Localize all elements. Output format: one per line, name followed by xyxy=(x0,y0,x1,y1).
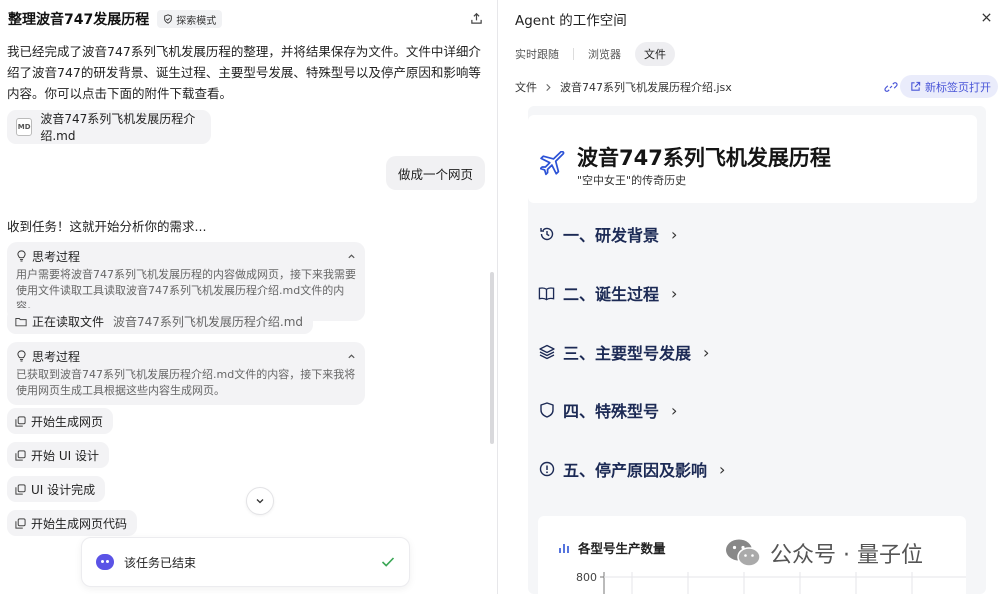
airplane-icon xyxy=(540,151,565,176)
chart-title: 各型号生产数量 xyxy=(558,538,666,557)
y-tick-label: 800 xyxy=(576,571,597,584)
copy-icon xyxy=(15,483,26,495)
chevron-right-icon: › xyxy=(671,283,678,303)
step-generate-page[interactable]: 开始生成网页 xyxy=(7,408,114,434)
tab-live-follow[interactable]: 实时跟随 xyxy=(515,42,559,66)
folder-icon xyxy=(15,317,27,326)
reading-file-step[interactable]: 正在读取文件 波音747系列飞机发展历程介绍.md xyxy=(7,308,314,334)
preview-title: 波音747系列飞机发展历程 xyxy=(577,146,831,170)
breadcrumb-file: 波音747系列飞机发展历程介绍.jsx xyxy=(560,81,732,94)
grid-lines xyxy=(604,572,966,594)
attachment-file[interactable]: MD 波音747系列飞机发展历程介绍.md xyxy=(7,110,211,144)
chevron-right-icon: › xyxy=(703,342,710,362)
step-label: UI 设计完成 xyxy=(31,482,96,497)
thinking-text: 已获取到波音747系列飞机发展历程介绍.md文件的内容，接下来我将使用网页生成工… xyxy=(16,368,356,397)
preview-hero: 波音747系列飞机发展历程 "空中女王"的传奇历史 xyxy=(528,115,977,203)
chevron-down-icon xyxy=(256,499,264,504)
section-rd-background[interactable]: 一、研发背景 › xyxy=(538,222,677,246)
task-start-text: 收到任务！这就开始分析你的需求... xyxy=(7,219,207,234)
chevron-right-icon: › xyxy=(671,224,678,244)
section-label: 五、停产原因及影响 xyxy=(563,461,708,480)
step-label: 开始生成网页 xyxy=(31,414,104,429)
watermark: 公众号 · 量子位 xyxy=(724,535,923,571)
chevron-up-icon[interactable] xyxy=(347,352,356,361)
reading-step-file: 波音747系列飞机发展历程介绍.md xyxy=(113,314,304,329)
chevron-right-icon: › xyxy=(719,459,726,479)
user-message: 做成一个网页 xyxy=(385,156,485,190)
preview-subtitle: "空中女王"的传奇历史 xyxy=(577,174,687,187)
markdown-file-icon: MD xyxy=(16,118,33,136)
chat-title: 整理波音747发展历程 xyxy=(8,12,150,28)
lightbulb-icon xyxy=(17,350,26,362)
shield-icon xyxy=(538,402,555,419)
open-new-tab-label: 新标签页打开 xyxy=(925,80,991,94)
tab-browser[interactable]: 浏览器 xyxy=(588,42,621,66)
bar-chart-icon xyxy=(559,543,569,553)
copy-icon xyxy=(15,517,26,529)
link-icon[interactable] xyxy=(884,80,898,94)
check-icon xyxy=(381,557,395,567)
breadcrumb-root[interactable]: 文件 xyxy=(515,79,537,95)
section-label: 二、诞生过程 xyxy=(563,285,660,304)
thinking-card-2[interactable]: 思考过程 已获取到波音747系列飞机发展历程介绍.md文件的内容，接下来我将使用… xyxy=(7,342,365,405)
step-generate-code[interactable]: 开始生成网页代码 xyxy=(7,510,138,536)
task-finished-toast: 该任务已结束 xyxy=(81,537,410,587)
section-label: 一、研发背景 xyxy=(563,226,660,245)
thinking-label: 思考过程 xyxy=(32,249,81,264)
close-button[interactable] xyxy=(978,9,994,25)
section-special-models[interactable]: 四、特殊型号 › xyxy=(538,398,677,422)
toast-text: 该任务已结束 xyxy=(124,555,197,570)
step-ui-design-done[interactable]: UI 设计完成 xyxy=(7,476,106,502)
bot-avatar-icon xyxy=(96,554,114,570)
chart-title-text: 各型号生产数量 xyxy=(578,541,666,556)
watermark-text: 公众号 · 量子位 xyxy=(770,543,923,568)
workspace-title: Agent 的工作空间 xyxy=(515,13,627,29)
workspace-tabs: 实时跟随 浏览器 文件 xyxy=(515,42,675,66)
wechat-icon xyxy=(726,539,761,567)
alert-icon xyxy=(538,461,555,478)
open-new-tab-button[interactable]: 新标签页打开 xyxy=(900,75,998,98)
mode-label: 探索模式 xyxy=(176,15,217,27)
step-ui-design[interactable]: 开始 UI 设计 xyxy=(7,442,109,468)
webpage-preview[interactable]: 波音747系列飞机发展历程 "空中女王"的传奇历史 一、研发背景 › 二、诞生过… xyxy=(528,106,986,594)
shield-check-icon xyxy=(164,14,173,24)
tab-files[interactable]: 文件 xyxy=(635,42,675,66)
chat-header: 整理波音747发展历程 探索模式 xyxy=(8,8,485,30)
share-button[interactable] xyxy=(467,9,485,27)
copy-icon xyxy=(15,415,26,427)
history-icon xyxy=(538,226,555,243)
layers-icon xyxy=(538,344,555,361)
chat-scrollbar[interactable] xyxy=(490,272,494,444)
close-icon xyxy=(981,12,991,22)
step-label: 开始 UI 设计 xyxy=(31,448,99,463)
attachment-name: 波音747系列飞机发展历程介绍.md xyxy=(40,112,196,143)
chevron-right-icon xyxy=(546,83,551,91)
chevron-up-icon[interactable] xyxy=(347,252,356,261)
book-icon xyxy=(538,285,555,302)
section-label: 三、主要型号发展 xyxy=(563,344,692,363)
copy-icon xyxy=(15,449,26,461)
tab-separator xyxy=(573,48,574,60)
section-main-models[interactable]: 三、主要型号发展 › xyxy=(538,340,709,364)
scroll-down-button[interactable] xyxy=(246,487,274,515)
workspace-panel: Agent 的工作空间 实时跟随 浏览器 文件 文件 波音747系列飞机发展历程… xyxy=(498,0,1000,594)
breadcrumb: 文件 波音747系列飞机发展历程介绍.jsx xyxy=(515,78,732,96)
thinking-label: 思考过程 xyxy=(32,349,81,364)
step-label: 开始生成网页代码 xyxy=(31,516,128,531)
section-discontinuation[interactable]: 五、停产原因及影响 › xyxy=(538,457,725,481)
assistant-message: 我已经完成了波音747系列飞机发展历程的整理，并将结果保存为文件。文件中详细介绍… xyxy=(7,44,481,101)
chevron-right-icon: › xyxy=(671,400,678,420)
external-link-icon xyxy=(911,81,921,91)
share-icon xyxy=(470,12,482,24)
reading-step-label: 正在读取文件 xyxy=(32,314,105,329)
explore-mode-badge[interactable]: 探索模式 xyxy=(157,10,223,28)
section-birth[interactable]: 二、诞生过程 › xyxy=(538,281,677,305)
section-label: 四、特殊型号 xyxy=(563,402,660,421)
chat-panel: 整理波音747发展历程 探索模式 我已经完成了波音747系列飞机发展历程的整理，… xyxy=(0,0,497,594)
lightbulb-icon xyxy=(17,250,26,262)
